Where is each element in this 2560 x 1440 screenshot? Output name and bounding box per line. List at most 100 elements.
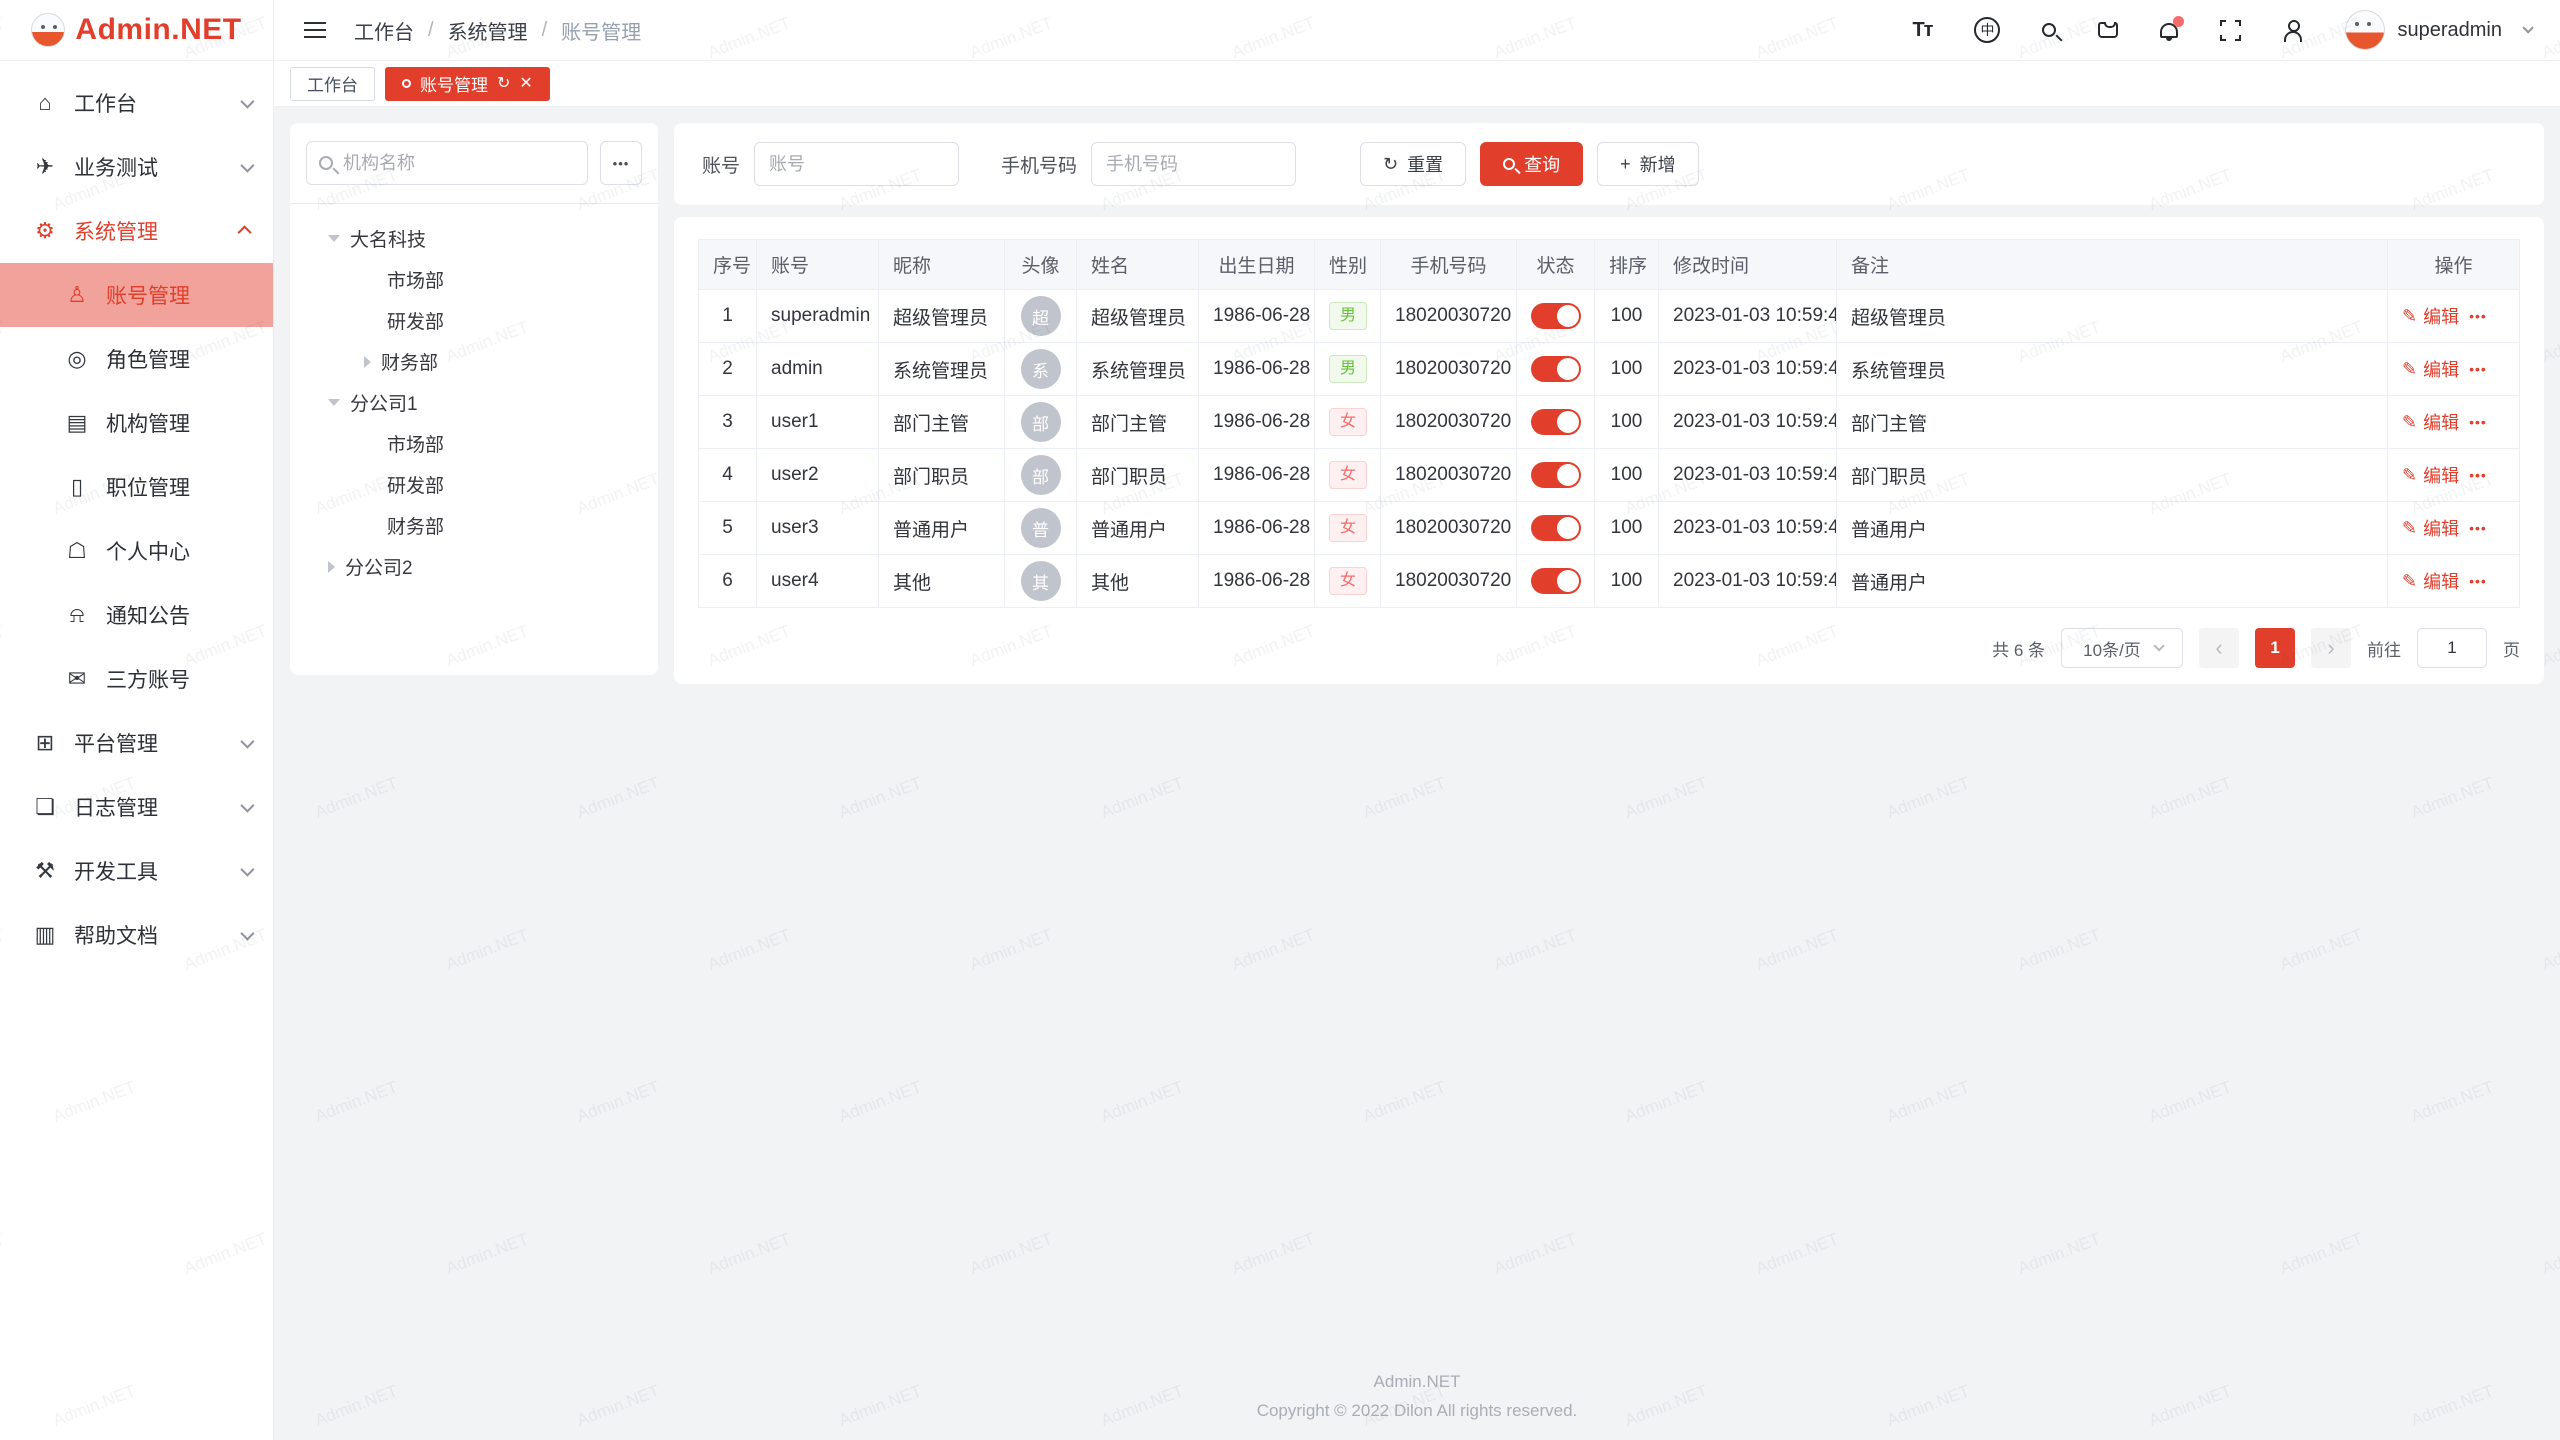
sidebar-item-system-management[interactable]: ⚙ 系统管理 <box>0 199 273 263</box>
row-more-button[interactable]: ••• <box>2469 520 2487 536</box>
tree-node-branch1[interactable]: 分公司1 <box>306 382 642 423</box>
notification-bell-icon[interactable] <box>2160 23 2178 38</box>
tree-more-button[interactable]: ••• <box>600 141 642 185</box>
user-menu[interactable]: superadmin <box>2345 10 2530 50</box>
reset-button[interactable]: ↻ 重置 <box>1360 142 1466 186</box>
search-icon <box>319 156 333 170</box>
sidebar-item-workbench[interactable]: ⌂ 工作台 <box>0 71 273 135</box>
chevron-down-icon <box>240 863 254 877</box>
edit-button[interactable]: ✎编辑 <box>2402 462 2459 488</box>
goto-page-input[interactable] <box>2417 628 2487 668</box>
tree-node-finance-2[interactable]: 财务部 <box>306 505 642 546</box>
tree-node-branch2[interactable]: 分公司2 <box>306 546 642 587</box>
tab-account-management[interactable]: 账号管理 ↻ ✕ <box>385 67 550 101</box>
table-row: 6 user4 其他 其 其他 1986-06-28 女 18020030720… <box>699 555 2520 608</box>
sidebar-item-org-management[interactable]: ▤ 机构管理 <box>0 391 273 455</box>
tree-node-rd-2[interactable]: 研发部 <box>306 464 642 505</box>
prev-page-button[interactable]: ‹ <box>2199 628 2239 668</box>
sidebar-item-label: 通知公告 <box>106 600 190 630</box>
sidebar-item-log-management[interactable]: ❏ 日志管理 <box>0 775 273 839</box>
edit-button[interactable]: ✎编辑 <box>2402 303 2459 329</box>
tree-node-finance-1[interactable]: 财务部 <box>306 341 642 382</box>
pagination: 共 6 条 10条/页 ‹ 1 › 前往 页 <box>698 628 2520 668</box>
status-toggle[interactable] <box>1531 356 1581 382</box>
gear-icon: ⚙ <box>32 218 58 244</box>
caret-right-icon[interactable] <box>328 561 335 573</box>
user-icon: ♙ <box>64 282 90 308</box>
caret-down-icon[interactable] <box>328 399 340 406</box>
sidebar-item-profile-center[interactable]: ☖ 个人中心 <box>0 519 273 583</box>
sidebar-item-role-management[interactable]: ◎ 角色管理 <box>0 327 273 391</box>
edit-button[interactable]: ✎编辑 <box>2402 515 2459 541</box>
sidebar-item-business-test[interactable]: ✈ 业务测试 <box>0 135 273 199</box>
page-footer: Admin.NET Copyright © 2022 Dilon All rig… <box>274 1367 2560 1427</box>
refresh-icon[interactable]: ↻ <box>497 76 510 92</box>
row-more-button[interactable]: ••• <box>2469 467 2487 483</box>
tab-workbench[interactable]: 工作台 <box>290 67 375 101</box>
status-toggle[interactable] <box>1531 515 1581 541</box>
font-size-icon[interactable]: Tт <box>1912 19 1932 42</box>
tree-node-daming[interactable]: 大名科技 <box>306 218 642 259</box>
sidebar-item-label: 业务测试 <box>74 152 158 182</box>
edit-button[interactable]: ✎编辑 <box>2402 568 2459 594</box>
breadcrumb-system-management[interactable]: 系统管理 <box>448 16 528 45</box>
sidebar-item-platform-management[interactable]: ⊞ 平台管理 <box>0 711 273 775</box>
breadcrumb-workbench[interactable]: 工作台 <box>354 16 414 45</box>
current-page[interactable]: 1 <box>2255 628 2295 668</box>
org-search-field[interactable] <box>306 141 588 185</box>
tree-node-rd-1[interactable]: 研发部 <box>306 300 642 341</box>
org-search-input[interactable] <box>343 153 575 174</box>
sidebar-item-help-docs[interactable]: ▥ 帮助文档 <box>0 903 273 967</box>
tree-node-market-2[interactable]: 市场部 <box>306 423 642 464</box>
status-toggle[interactable] <box>1531 568 1581 594</box>
sidebar-item-notice[interactable]: ⍾ 通知公告 <box>0 583 273 647</box>
add-button[interactable]: + 新增 <box>1597 142 1699 186</box>
edit-button[interactable]: ✎编辑 <box>2402 356 2459 382</box>
next-page-button[interactable]: › <box>2311 628 2351 668</box>
chevron-down-icon <box>240 799 254 813</box>
close-icon[interactable]: ✕ <box>519 76 532 92</box>
row-more-button[interactable]: ••• <box>2469 361 2487 377</box>
divider <box>290 203 658 204</box>
footer-copyright: Copyright © 2022 Dilon All rights reserv… <box>274 1396 2560 1426</box>
account-filter-input[interactable] <box>754 142 959 186</box>
phone-filter-input[interactable] <box>1091 142 1296 186</box>
search-icon[interactable] <box>2042 23 2056 37</box>
caret-down-icon[interactable] <box>328 235 340 242</box>
breadcrumb-account-management: 账号管理 <box>561 16 641 45</box>
fullscreen-icon[interactable] <box>2220 20 2241 41</box>
plus-icon: + <box>1620 155 1631 173</box>
main-content: ••• 大名科技 市场部 研发部 财务部 分公司1 市场部 研发部 <box>274 107 2560 1440</box>
search-button[interactable]: 查询 <box>1480 142 1583 186</box>
avatar <box>2345 10 2385 50</box>
sidebar-item-account-management[interactable]: ♙ 账号管理 <box>0 263 273 327</box>
chevron-down-icon <box>240 95 254 109</box>
row-more-button[interactable]: ••• <box>2469 414 2487 430</box>
col-sort: 排序 <box>1595 240 1659 290</box>
person-icon[interactable] <box>2283 20 2303 40</box>
sidebar-item-position-management[interactable]: ▯ 职位管理 <box>0 455 273 519</box>
language-icon[interactable]: 中 <box>1974 17 2000 43</box>
tree-node-market-1[interactable]: 市场部 <box>306 259 642 300</box>
sidebar-item-dev-tools[interactable]: ⚒ 开发工具 <box>0 839 273 903</box>
brand-logo[interactable]: Admin.NET <box>0 0 273 61</box>
page-size-select[interactable]: 10条/页 <box>2061 628 2183 668</box>
sidebar-item-third-party-account[interactable]: ✉ 三方账号 <box>0 647 273 711</box>
edit-button[interactable]: ✎编辑 <box>2402 409 2459 435</box>
status-toggle[interactable] <box>1531 303 1581 329</box>
theme-icon[interactable] <box>2098 22 2118 38</box>
collapse-menu-icon[interactable] <box>304 29 326 31</box>
page-unit: 页 <box>2503 636 2520 661</box>
brand-name: Admin.NET <box>75 13 241 47</box>
sidebar-item-label: 开发工具 <box>74 856 158 886</box>
row-more-button[interactable]: ••• <box>2469 308 2487 324</box>
avatar: 普 <box>1021 508 1061 548</box>
caret-right-icon[interactable] <box>364 356 371 368</box>
row-more-button[interactable]: ••• <box>2469 573 2487 589</box>
status-toggle[interactable] <box>1531 409 1581 435</box>
status-toggle[interactable] <box>1531 462 1581 488</box>
accounts-table: 序号 账号 昵称 头像 姓名 出生日期 性别 手机号码 状态 排序 修改时间 备… <box>698 239 2520 608</box>
table-row: 4 user2 部门职员 部 部门职员 1986-06-28 女 1802003… <box>699 449 2520 502</box>
table-row: 2 admin 系统管理员 系 系统管理员 1986-06-28 男 18020… <box>699 343 2520 396</box>
role-icon: ◎ <box>64 346 90 372</box>
